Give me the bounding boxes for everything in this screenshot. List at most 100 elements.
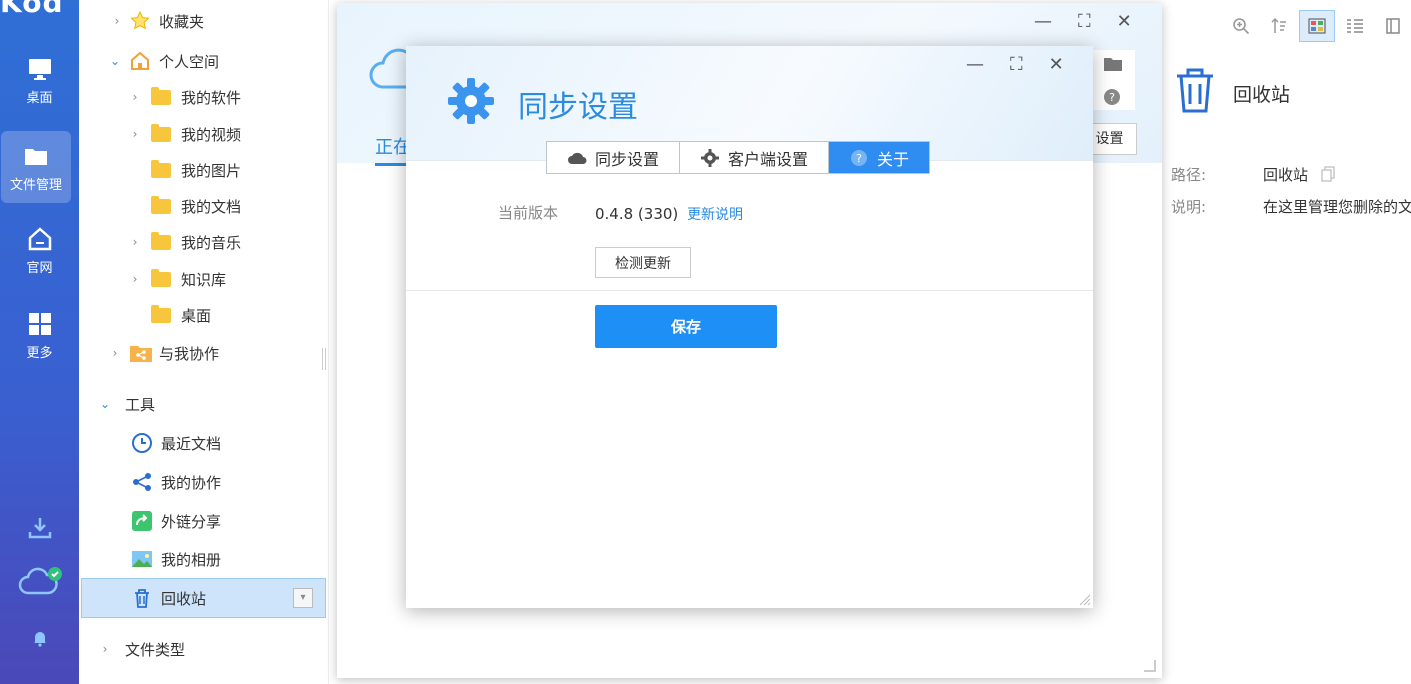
tree-item-favorites[interactable]: › 收藏夹	[109, 6, 204, 36]
tab-client-settings[interactable]: 客户端设置	[680, 142, 830, 173]
file-tree-sidebar: › 收藏夹 ⌄ 个人空间 › 我的软件 › 我的视频 我的图片 我的文档 › 我的音乐…	[79, 0, 329, 684]
resize-handle[interactable]	[322, 348, 326, 370]
tree-item-personal-space[interactable]: ⌄ 个人空间	[107, 46, 219, 76]
help-icon: ?	[851, 149, 868, 166]
house-icon	[131, 51, 149, 70]
trash-icon	[135, 589, 149, 608]
tree-item-folder[interactable]: › 我的软件	[127, 82, 241, 112]
minimize-icon[interactable]: —	[1034, 11, 1052, 32]
notification-button[interactable]	[0, 628, 79, 652]
tab-about[interactable]: ? 关于	[829, 142, 930, 173]
save-button[interactable]: 保存	[595, 305, 777, 348]
check-update-button[interactable]: 检测更新	[595, 247, 691, 278]
bell-icon	[33, 632, 46, 647]
tree-item-folder[interactable]: › 我的视频	[127, 119, 241, 149]
share-arrow-icon	[132, 511, 152, 531]
path-row: 路径: 回收站	[1171, 164, 1335, 185]
folder-icon	[25, 149, 47, 165]
sort-icon	[1271, 17, 1286, 33]
chevron-down-icon[interactable]: ⌄	[97, 397, 113, 411]
left-rail: Kod 桌面 文件管理 官网 更多	[0, 0, 79, 684]
dialog-window-controls: — ⛶ ✕	[966, 54, 1064, 75]
settings-tabs: 同步设置 客户端设置 ? 关于	[546, 141, 931, 174]
rail-item-desktop[interactable]: 桌面	[0, 55, 79, 127]
sync-button[interactable]	[0, 565, 79, 603]
maximize-icon[interactable]: ⛶	[1010, 54, 1023, 75]
gear-icon	[448, 78, 494, 124]
panel-title: 回收站	[1233, 84, 1291, 106]
clock-icon	[132, 433, 152, 453]
chevron-right-icon[interactable]: ›	[127, 235, 143, 249]
sort-button[interactable]	[1261, 10, 1297, 42]
dropdown-button[interactable]: ▾	[293, 588, 313, 608]
chevron-right-icon[interactable]: ›	[107, 346, 123, 360]
close-icon[interactable]: ✕	[1117, 11, 1132, 32]
tree-item-shared[interactable]: › 与我协作	[107, 338, 219, 368]
view-toolbar	[1223, 10, 1411, 46]
folder-icon[interactable]	[1103, 56, 1123, 72]
chevron-right-icon[interactable]: ›	[127, 127, 143, 141]
rail-item-file-manager[interactable]: 文件管理	[1, 131, 71, 203]
download-icon	[28, 518, 51, 539]
list-view-button[interactable]	[1337, 10, 1373, 42]
trash-icon	[1177, 68, 1213, 113]
tab-sync-settings[interactable]: 同步设置	[547, 142, 681, 173]
version-label: 当前版本	[498, 204, 559, 222]
split-view-button[interactable]	[1375, 10, 1411, 42]
close-icon[interactable]: ✕	[1049, 54, 1064, 75]
rail-item-website[interactable]: 官网	[0, 225, 79, 297]
tree-item-album[interactable]: 我的相册	[131, 544, 221, 574]
chevron-right-icon[interactable]: ›	[127, 272, 143, 286]
tree-item-my-collab[interactable]: 我的协作	[131, 467, 221, 497]
share-nodes-icon	[133, 473, 151, 491]
tree-item-folder[interactable]: 桌面	[127, 300, 211, 330]
icon-view-button[interactable]	[1299, 10, 1335, 42]
tree-section-file-types[interactable]: › 文件类型	[97, 634, 185, 664]
rail-item-label: 更多	[26, 346, 53, 361]
help-icon[interactable]: ?	[1103, 88, 1121, 106]
grid-icon	[28, 313, 51, 335]
download-button[interactable]	[0, 514, 79, 546]
tree-item-folder[interactable]: › 知识库	[127, 264, 226, 294]
gear-icon	[701, 148, 720, 167]
maximize-icon[interactable]: ⛶	[1078, 11, 1091, 32]
side-icons: ?	[1093, 50, 1135, 110]
tree-item-folder[interactable]: 我的文档	[127, 191, 241, 221]
star-icon	[130, 10, 150, 30]
folder-icon	[151, 231, 171, 250]
tree-item-recycle-bin[interactable]: 回收站 ▾	[81, 578, 326, 618]
description-row: 说明: 在这里管理您删除的文	[1171, 198, 1411, 216]
folder-icon	[151, 123, 171, 142]
tree-item-folder[interactable]: › 我的音乐	[127, 227, 241, 257]
chevron-down-icon[interactable]: ⌄	[107, 54, 123, 68]
minimize-icon[interactable]: —	[966, 54, 984, 75]
list-view-icon	[1347, 19, 1363, 33]
chevron-right-icon[interactable]: ›	[127, 90, 143, 104]
zoom-button[interactable]	[1223, 10, 1259, 42]
svg-text:?: ?	[856, 152, 862, 165]
cloud-sync-icon	[18, 567, 62, 595]
resize-grip[interactable]	[1079, 594, 1091, 606]
tree-item-external-share[interactable]: 外链分享	[131, 506, 221, 536]
rail-item-more[interactable]: 更多	[0, 310, 79, 382]
tree-section-tools[interactable]: ⌄ 工具	[97, 389, 155, 419]
tree-item-folder[interactable]: 我的图片	[127, 155, 241, 185]
folder-icon	[151, 268, 171, 287]
info-panel: 回收站 路径: 回收站 说明: 在这里管理您删除的文	[1163, 50, 1411, 684]
copy-icon[interactable]	[1321, 166, 1335, 182]
sync-settings-dialog: 同步设置 — ⛶ ✕ 同步设置 客户端设置 ? 关于 当前版本 0.4.8 (3…	[406, 46, 1093, 608]
folder-icon	[151, 86, 171, 105]
chevron-right-icon[interactable]: ›	[97, 642, 113, 656]
cloud-icon	[568, 152, 587, 164]
resize-grip[interactable]	[1144, 660, 1156, 672]
zoom-in-icon	[1233, 18, 1250, 35]
version-row: 0.4.8 (330) 更新说明	[595, 204, 743, 224]
changelog-link[interactable]: 更新说明	[687, 207, 743, 223]
divider	[406, 290, 1093, 291]
chevron-right-icon[interactable]: ›	[109, 14, 125, 28]
svg-text:?: ?	[1109, 91, 1115, 104]
tree-item-recent-docs[interactable]: 最近文档	[131, 428, 221, 458]
dialog-title: 同步设置	[518, 90, 638, 125]
shared-folder-icon	[130, 346, 152, 362]
version-value: 0.4.8 (330)	[595, 205, 679, 223]
